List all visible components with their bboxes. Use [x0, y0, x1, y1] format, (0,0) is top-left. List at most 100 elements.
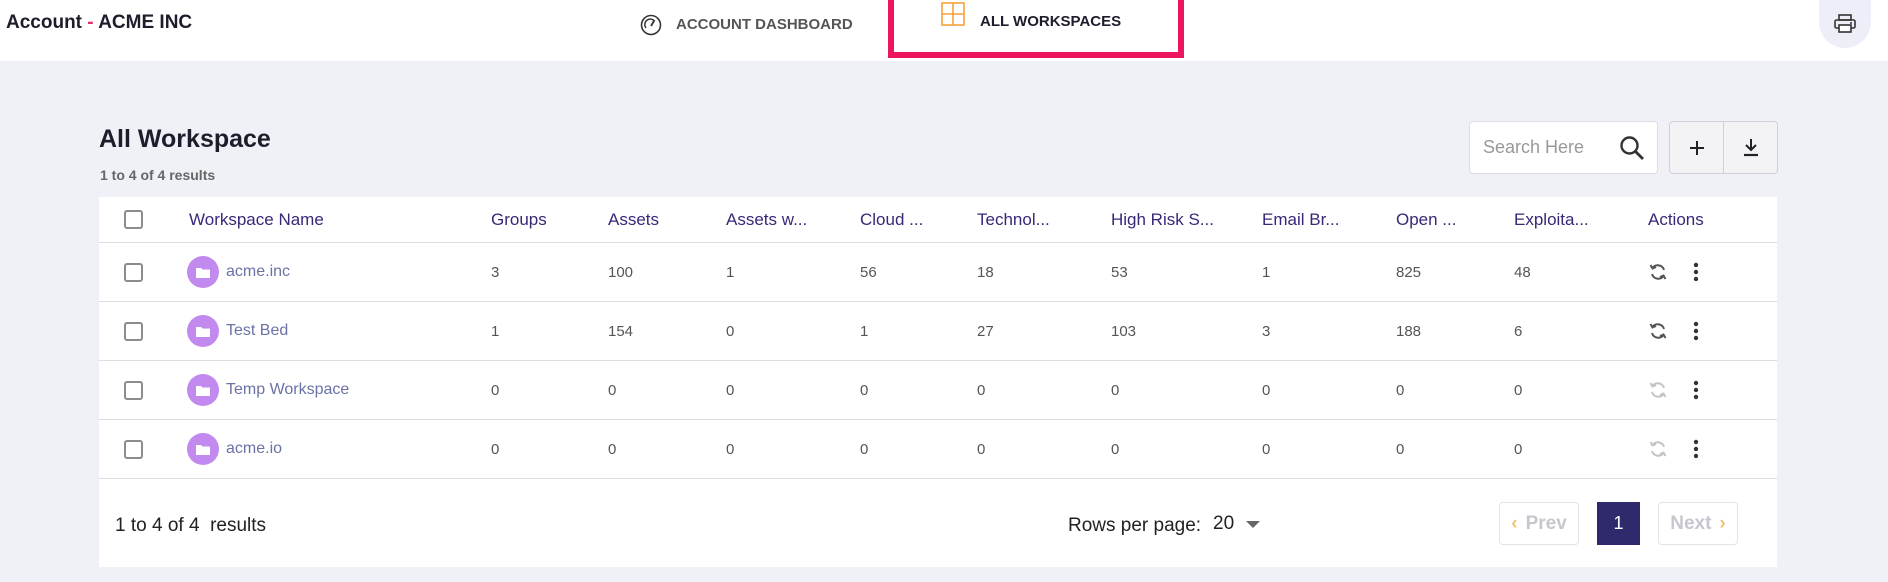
search-icon[interactable]: [1619, 135, 1645, 161]
cell-email-breaches: 1: [1262, 263, 1271, 281]
cell-groups: 0: [491, 381, 500, 399]
cell-assets-w: 1: [726, 263, 735, 281]
cell-technologies: 0: [977, 440, 986, 458]
row-checkbox[interactable]: [124, 439, 143, 459]
workspace-name-link[interactable]: Test Bed: [226, 322, 288, 340]
rows-per-page-label: Rows per page:: [1068, 515, 1202, 536]
workspace-name-link[interactable]: Temp Workspace: [226, 381, 349, 399]
page-number-current[interactable]: 1: [1597, 502, 1640, 545]
column-header-email-breaches[interactable]: Email Br...: [1262, 197, 1339, 242]
workspace-name-link[interactable]: acme.io: [226, 440, 282, 458]
cell-assets-w: 0: [726, 322, 735, 340]
result-summary: 1 to 4 of 4 results: [100, 167, 216, 183]
cell-assets-w: 0: [726, 381, 735, 399]
rows-per-page-value: 20: [1213, 513, 1235, 534]
caret-down-icon: [1246, 520, 1261, 528]
cell-open: 188: [1396, 322, 1422, 340]
row-checkbox[interactable]: [124, 262, 143, 282]
sync-icon[interactable]: [1648, 321, 1668, 341]
cell-email-breaches: 3: [1262, 322, 1271, 340]
column-header-exploitable[interactable]: Exploita...: [1514, 197, 1589, 242]
sync-icon[interactable]: [1648, 439, 1668, 459]
column-header-technologies[interactable]: Technol...: [977, 197, 1050, 242]
footer-count-text: 1 to 4 of 4: [115, 515, 200, 536]
rows-per-page-select[interactable]: 20: [1213, 513, 1261, 535]
cell-exploitable: 0: [1514, 440, 1523, 458]
gauge-icon: [640, 14, 662, 35]
prev-page-button[interactable]: ‹ Prev: [1499, 502, 1579, 545]
cell-technologies: 0: [977, 381, 986, 399]
cell-cloud: 0: [860, 440, 869, 458]
prev-label: Prev: [1525, 512, 1567, 534]
cell-groups: 3: [491, 263, 500, 281]
add-workspace-button[interactable]: [1669, 121, 1724, 174]
folder-icon: [187, 256, 219, 288]
workspace-table: Workspace Name Groups Assets Assets w...…: [99, 197, 1777, 567]
cell-high-risk: 53: [1111, 263, 1128, 281]
page-title: All Workspace: [99, 125, 271, 153]
row-checkbox[interactable]: [124, 380, 143, 400]
cell-cloud: 56: [860, 263, 877, 281]
search-box: [1469, 121, 1658, 174]
top-bar: Account - ACME INC ACCOUNT DASHBOARD ALL…: [0, 0, 1888, 61]
chevron-right-icon: ›: [1719, 512, 1726, 534]
cell-cloud: 1: [860, 322, 869, 340]
more-options-icon[interactable]: [1693, 439, 1699, 459]
cell-email-breaches: 0: [1262, 440, 1271, 458]
chevron-left-icon: ‹: [1511, 512, 1518, 534]
column-header-groups[interactable]: Groups: [491, 197, 547, 242]
cell-exploitable: 0: [1514, 381, 1523, 399]
tab-account-dashboard[interactable]: ACCOUNT DASHBOARD: [640, 0, 853, 49]
folder-icon: [187, 433, 219, 465]
column-header-workspace-name[interactable]: Workspace Name: [189, 197, 324, 242]
more-options-icon[interactable]: [1693, 380, 1699, 400]
sync-icon[interactable]: [1648, 380, 1668, 400]
column-header-open[interactable]: Open ...: [1396, 197, 1456, 242]
column-header-assets[interactable]: Assets: [608, 197, 659, 242]
account-title: Account - ACME INC: [6, 12, 192, 34]
grid-icon: [941, 2, 965, 26]
cell-open: 0: [1396, 440, 1405, 458]
cell-groups: 1: [491, 322, 500, 340]
sync-icon[interactable]: [1648, 262, 1668, 282]
account-name: ACME INC: [98, 12, 193, 33]
folder-icon: [187, 374, 219, 406]
workspace-name-link[interactable]: acme.inc: [226, 263, 290, 281]
cell-high-risk: 0: [1111, 440, 1120, 458]
account-label: Account: [6, 12, 82, 33]
cell-assets-w: 0: [726, 440, 735, 458]
footer-results-word: results: [210, 515, 267, 536]
tab-all-workspaces-label: ALL WORKSPACES: [980, 12, 1122, 30]
next-label: Next: [1670, 512, 1712, 534]
footer-result-count: 1 to 4 of 4 results: [115, 515, 266, 537]
more-options-icon[interactable]: [1693, 262, 1699, 282]
select-all-checkbox[interactable]: [124, 210, 143, 229]
cell-exploitable: 6: [1514, 322, 1523, 340]
more-options-icon[interactable]: [1693, 321, 1699, 341]
next-page-button[interactable]: Next ›: [1658, 502, 1738, 545]
cell-assets: 100: [608, 263, 634, 281]
title-separator: -: [87, 12, 94, 33]
printer-icon: [1834, 14, 1856, 33]
cell-open: 0: [1396, 381, 1405, 399]
cell-cloud: 0: [860, 381, 869, 399]
row-checkbox[interactable]: [124, 321, 143, 341]
cell-high-risk: 0: [1111, 381, 1120, 399]
column-header-actions: Actions: [1648, 209, 1704, 229]
cell-open: 825: [1396, 263, 1422, 281]
tab-all-workspaces[interactable]: ALL WORKSPACES: [888, 0, 1184, 58]
cell-email-breaches: 0: [1262, 381, 1271, 399]
download-icon: [1743, 138, 1758, 156]
folder-icon: [187, 315, 219, 347]
column-header-cloud[interactable]: Cloud ...: [860, 197, 923, 242]
cell-high-risk: 103: [1111, 322, 1137, 340]
print-button[interactable]: [1819, 0, 1871, 48]
download-button[interactable]: [1723, 121, 1778, 174]
table-header: Workspace Name Groups Assets Assets w...…: [99, 197, 1777, 243]
column-header-high-risk[interactable]: High Risk S...: [1111, 197, 1214, 242]
cell-groups: 0: [491, 440, 500, 458]
table-row: Test Bed 1 154 0 1 27 103 3 188 6: [99, 302, 1777, 361]
table-row: Temp Workspace 0 0 0 0 0 0 0 0 0: [99, 361, 1777, 420]
search-input[interactable]: [1483, 137, 1613, 158]
column-header-assets-w[interactable]: Assets w...: [726, 197, 807, 242]
